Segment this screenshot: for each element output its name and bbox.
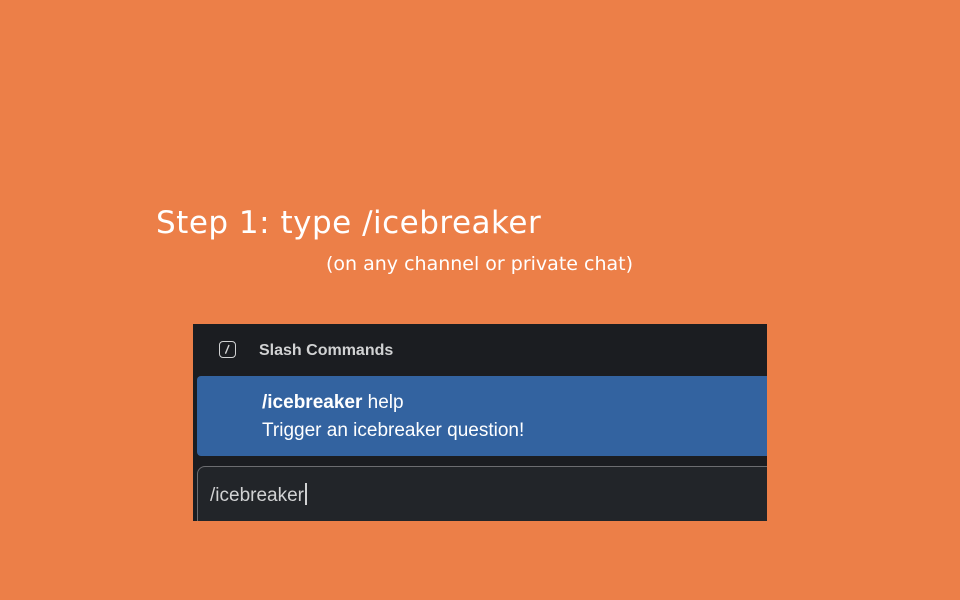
- suggestion-command: /icebreaker: [262, 392, 363, 413]
- command-suggestion[interactable]: /icebreaker help Trigger an icebreaker q…: [197, 376, 767, 456]
- slash-icon: [219, 341, 236, 358]
- slash-command-popup: Slash Commands /icebreaker help Trigger …: [193, 324, 767, 521]
- suggestion-argument: help: [362, 392, 404, 413]
- step-title: Step 1: type /icebreaker: [156, 205, 542, 241]
- suggestion-title: /icebreaker help: [262, 391, 404, 415]
- message-input[interactable]: /icebreaker: [197, 466, 767, 521]
- suggestion-description: Trigger an icebreaker question!: [262, 420, 525, 441]
- text-caret: [305, 483, 307, 505]
- message-input-text[interactable]: /icebreaker: [210, 483, 307, 509]
- slash-commands-header: Slash Commands: [193, 324, 767, 376]
- message-input-value: /icebreaker: [210, 485, 304, 506]
- slash-commands-label: Slash Commands: [259, 342, 394, 359]
- step-subtitle: (on any channel or private chat): [326, 253, 633, 275]
